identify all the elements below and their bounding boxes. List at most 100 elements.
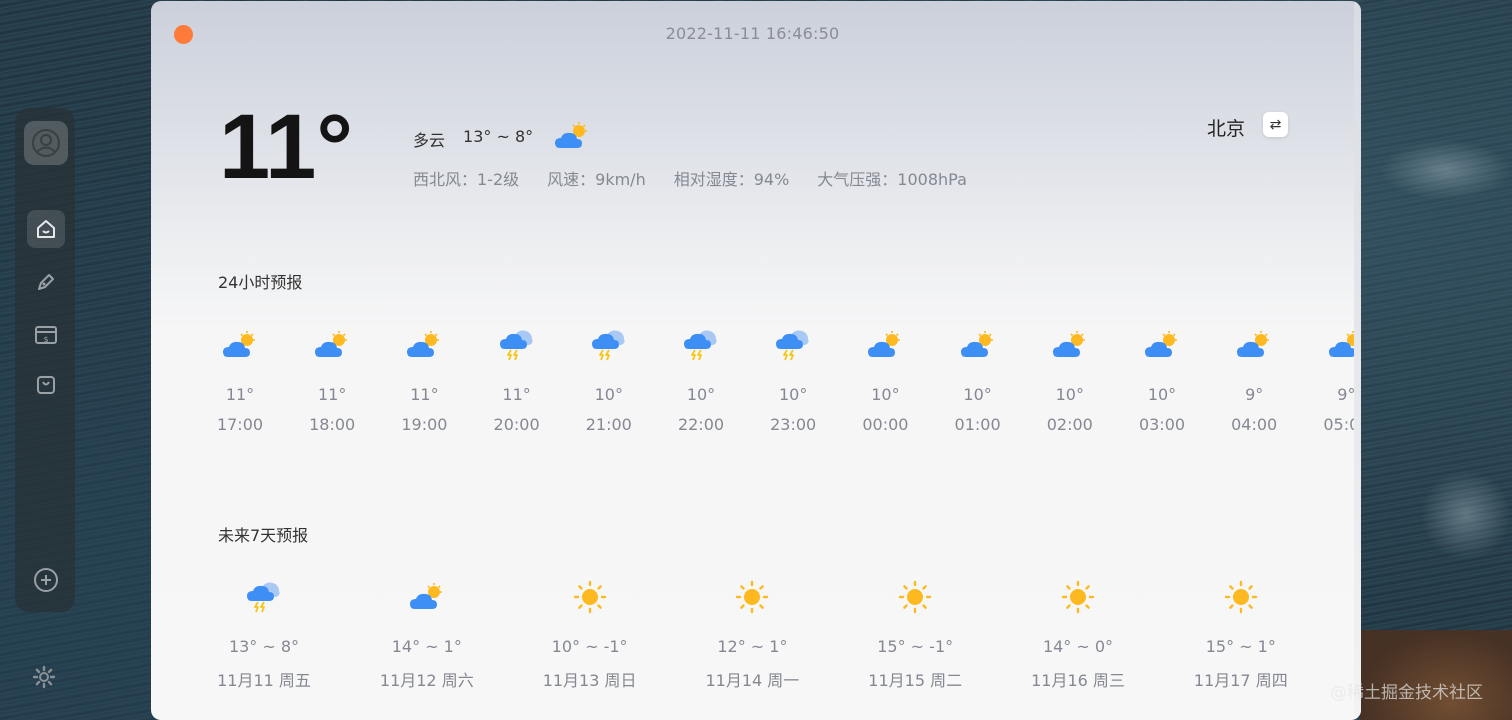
sidebar-item-home[interactable] xyxy=(27,210,65,248)
daily-date: 11月15 周二 xyxy=(868,671,963,690)
sidebar-item-bag[interactable] xyxy=(27,366,65,404)
hourly-forecast: 11° 17:00 11° 18:00 11° 19:00 11° 20:00 10° 21:00… xyxy=(151,327,1354,447)
partly-cloudy-icon xyxy=(1020,327,1120,363)
hourly-item: 10° 01:00 xyxy=(928,327,1028,434)
daily-item: 13° ~ 8° 11月11 周五 xyxy=(194,577,334,691)
daily-item: 10° ~ -1° 11月13 周日 xyxy=(520,577,660,691)
hourly-item: 10° 22:00 xyxy=(651,327,751,434)
partly-cloudy-icon xyxy=(928,327,1028,363)
pressure: 大气压强：1008hPa xyxy=(817,170,967,189)
hourly-time: 17:00 xyxy=(216,415,264,434)
bag-icon xyxy=(37,376,55,394)
hourly-time: 00:00 xyxy=(862,415,909,434)
current-condition-line: 多云 13° ~ 8° xyxy=(413,127,533,151)
swap-icon: ⇄ xyxy=(1269,116,1282,133)
hourly-time: 18:00 xyxy=(309,415,356,434)
hourly-time: 04:00 xyxy=(1231,415,1278,434)
thunderstorm-icon xyxy=(743,327,843,363)
sun-icon xyxy=(520,577,660,617)
wind-direction: 西北风：1-2级 xyxy=(413,170,520,189)
hourly-item: 11° 17:00 xyxy=(190,327,290,434)
daily-date: 11月14 周一 xyxy=(705,671,800,690)
gear-icon xyxy=(32,665,56,689)
hourly-temp: 11° xyxy=(410,385,439,404)
daily-date: 11月17 周四 xyxy=(1193,671,1288,690)
hourly-time: 19:00 xyxy=(401,415,448,434)
hourly-time: 23:00 xyxy=(770,415,817,434)
daily-title: 未来7天预报 xyxy=(218,526,309,545)
hourly-item: 11° 19:00 xyxy=(374,327,474,434)
hourly-item: 11° 18:00 xyxy=(282,327,382,434)
sun-icon xyxy=(845,577,985,617)
datetime: 2022-11-11 16:46:50 xyxy=(665,24,840,43)
thunderstorm-icon xyxy=(651,327,751,363)
avatar[interactable] xyxy=(24,121,68,165)
add-button[interactable] xyxy=(27,561,65,599)
pen-icon xyxy=(38,274,54,290)
settings-button[interactable] xyxy=(31,664,57,690)
hourly-temp: 10° xyxy=(963,385,992,404)
hourly-item: 10° 02:00 xyxy=(1020,327,1120,434)
current-condition: 多云 xyxy=(413,131,446,150)
daily-range: 13° ~ 8° xyxy=(228,637,300,656)
wind-speed: 风速：9km/h xyxy=(547,170,646,189)
hourly-time: 22:00 xyxy=(677,415,725,434)
daily-range: 12° ~ 1° xyxy=(717,637,788,656)
current-range: 13° ~ 8° xyxy=(463,127,534,146)
partly-cloudy-icon xyxy=(835,327,935,363)
sidebar-item-edit[interactable] xyxy=(27,263,65,301)
partly-cloudy-icon xyxy=(282,327,382,363)
avatar-icon xyxy=(32,129,60,157)
hourly-temp: 9° xyxy=(1337,385,1354,404)
daily-item: 12° ~ 1° 11月14 周一 xyxy=(682,577,822,691)
hourly-item: 10° 00:00 xyxy=(835,327,935,434)
wallet-icon: $ xyxy=(35,326,57,344)
hourly-time: 21:00 xyxy=(585,415,632,434)
sun-icon xyxy=(1008,577,1148,617)
switch-city-button[interactable]: ⇄ xyxy=(1263,112,1288,137)
watermark: @稀土掘金技术社区 xyxy=(1330,683,1483,703)
window-edge xyxy=(1354,1,1361,720)
daily-range: 10° ~ -1° xyxy=(551,637,628,656)
background-foam xyxy=(1380,140,1512,200)
hourly-time: 20:00 xyxy=(493,415,540,434)
daily-item: 14° ~ 1° 11月12 周六 xyxy=(357,577,497,691)
partly-cloudy-icon xyxy=(190,327,290,363)
hourly-temp: 10° xyxy=(1055,385,1084,404)
daily-range: 14° ~ 1° xyxy=(391,637,462,656)
thunderstorm-icon xyxy=(194,577,334,617)
daily-item: 15° ~ -1° 11月15 周二 xyxy=(845,577,985,691)
daily-date: 11月13 周日 xyxy=(542,671,637,690)
daily-date: 11月16 周三 xyxy=(1031,671,1125,690)
hourly-temp: 10° xyxy=(1147,385,1177,404)
daily-date: 11月11 周五 xyxy=(217,671,311,690)
add-icon xyxy=(34,568,58,592)
hourly-title: 24小时预报 xyxy=(218,273,303,292)
hourly-time: 01:00 xyxy=(954,415,1001,434)
sun-icon xyxy=(682,577,822,617)
humidity: 相对湿度：94% xyxy=(673,170,790,189)
sidebar-item-wallet[interactable]: $ xyxy=(27,316,65,354)
partly-cloudy-icon xyxy=(1112,327,1212,363)
hourly-item: 10° 23:00 xyxy=(743,327,843,434)
sidebar-dock: $ xyxy=(15,108,75,612)
background-foam xyxy=(1420,470,1512,560)
hourly-item: 11° 20:00 xyxy=(467,327,567,434)
thunderstorm-icon xyxy=(467,327,567,363)
background-rock xyxy=(1360,630,1512,720)
hourly-temp: 10° xyxy=(594,385,623,404)
current-details: 西北风：1-2级 风速：9km/h 相对湿度：94% 大气压强：1008hPa xyxy=(413,166,967,190)
thunderstorm-icon xyxy=(559,327,659,363)
hourly-temp: 10° xyxy=(871,385,900,404)
daily-item: 14° ~ 0° 11月16 周三 xyxy=(1008,577,1148,691)
sun-icon xyxy=(1171,577,1311,617)
hourly-temp: 11° xyxy=(502,385,531,404)
hourly-temp: 10° xyxy=(686,385,716,404)
partly-cloudy-icon xyxy=(357,577,497,617)
partly-cloudy-icon xyxy=(1296,327,1354,363)
hourly-temp: 9° xyxy=(1245,385,1264,404)
hourly-item: 9° 04:00 xyxy=(1204,327,1304,434)
city-name: 北京 xyxy=(1207,118,1246,140)
daily-range: 15° ~ 1° xyxy=(1205,637,1276,656)
current-temperature: 11° xyxy=(219,96,354,198)
